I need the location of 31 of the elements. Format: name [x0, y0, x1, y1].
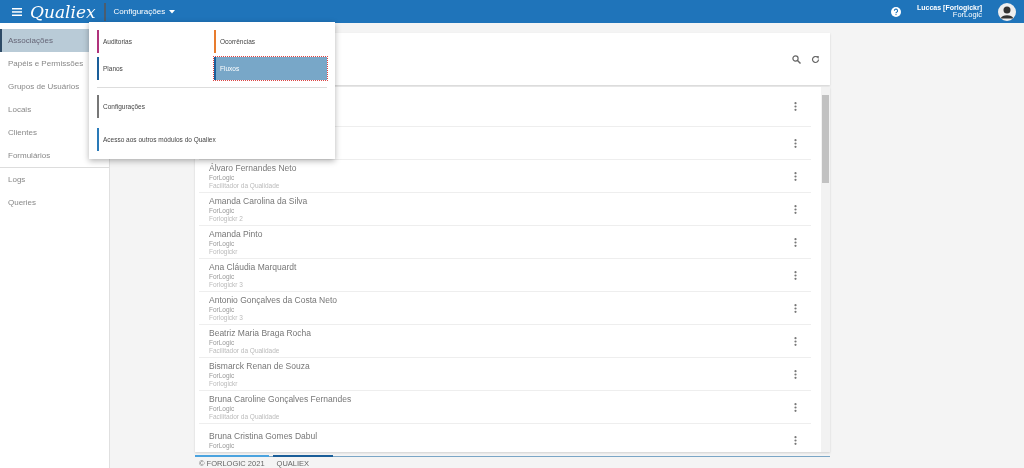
- more-icon[interactable]: [794, 138, 797, 148]
- more-icon[interactable]: [794, 336, 797, 346]
- more-icon[interactable]: [794, 402, 797, 412]
- avatar[interactable]: [998, 2, 1016, 21]
- sidebar-item[interactable]: Logs: [0, 168, 109, 191]
- person-name: Amanda Pinto: [209, 228, 263, 240]
- menu-icon[interactable]: [12, 7, 22, 16]
- more-icon[interactable]: [794, 270, 797, 280]
- person-name: Ana Cláudia Marquardt: [209, 261, 297, 273]
- person-name: Bruna Cristina Gomes Dabul: [209, 430, 318, 442]
- person-name: Amanda Carolina da Silva: [209, 195, 308, 207]
- caret-icon: [169, 9, 176, 14]
- more-icon[interactable]: [794, 237, 797, 247]
- search-icon[interactable]: [792, 54, 801, 64]
- person-name: Bruna Caroline Gonçalves Fernandes: [209, 393, 352, 405]
- more-icon[interactable]: [794, 171, 797, 181]
- person-name: Bismarck Renan de Souza: [209, 360, 310, 372]
- more-icon[interactable]: [794, 102, 797, 111]
- more-icon[interactable]: [794, 369, 797, 379]
- help-icon[interactable]: [891, 6, 902, 17]
- more-icon[interactable]: [794, 303, 797, 313]
- person-name: Antonio Gonçalves da Costa Neto: [209, 294, 338, 306]
- sidebar-item[interactable]: Queries: [0, 191, 109, 214]
- logo: Qualiex: [30, 2, 106, 21]
- person-name: Álvaro Fernandes Neto: [209, 162, 297, 174]
- module-menu[interactable]: Configurações: [105, 5, 176, 18]
- scrollbar[interactable]: [821, 87, 830, 452]
- more-icon[interactable]: [794, 204, 797, 214]
- refresh-icon[interactable]: [811, 54, 820, 64]
- person-name: Beatriz Maria Braga Rocha: [209, 327, 312, 339]
- more-icon[interactable]: [794, 435, 797, 445]
